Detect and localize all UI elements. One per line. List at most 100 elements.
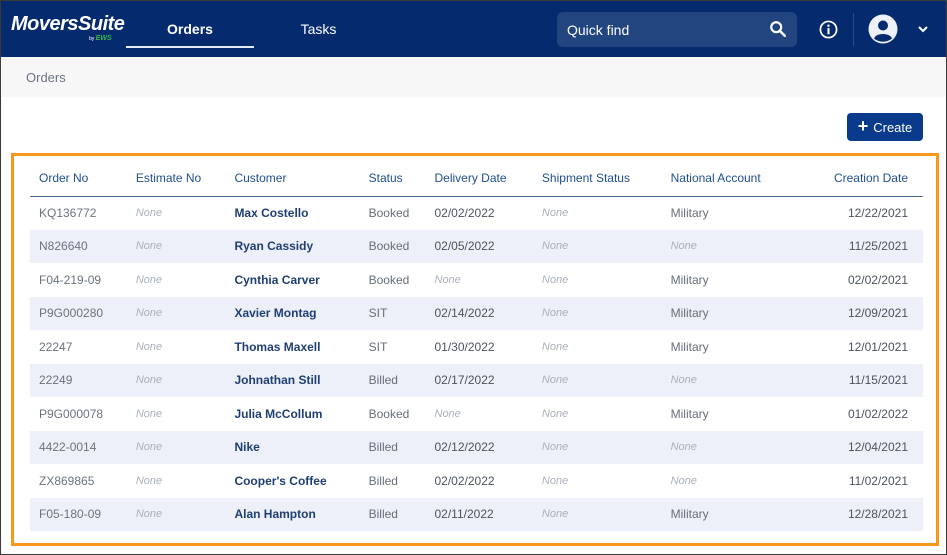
cell-shipment-status: None bbox=[541, 508, 569, 521]
logo-byline: by EWS bbox=[89, 35, 112, 42]
cell-estimate-no: None bbox=[135, 273, 163, 286]
table-row[interactable]: 4422-0014 None Nike Billed 02/12/2022 None Non… bbox=[30, 430, 923, 465]
tab-tasks[interactable]: Tasks bbox=[261, 1, 376, 57]
table-row[interactable]: 22249 None Johnathan Still Billed 02/17/2022… bbox=[30, 363, 923, 398]
cell-national-account: Military bbox=[670, 206, 709, 220]
cell-delivery-date: 02/14/2022 bbox=[434, 306, 495, 321]
cell-order-no[interactable]: F04-219-09 bbox=[30, 263, 127, 297]
table-header-row: Order No Estimate No Customer Status Deliver… bbox=[30, 161, 923, 197]
breadcrumb-bar: Orders bbox=[2, 57, 946, 97]
cell-creation-date: 02/02/2021 bbox=[847, 272, 908, 287]
quick-find-input[interactable] bbox=[557, 12, 757, 47]
cell-estimate-no: None bbox=[135, 340, 163, 353]
table-row[interactable]: KQ136772 None Max Costello Booked 02/02/2022… bbox=[30, 196, 923, 230]
column-header-national-account[interactable]: National Account bbox=[661, 161, 793, 197]
column-header-status[interactable]: Status bbox=[359, 161, 426, 197]
cell-order-no[interactable]: ZX869865 bbox=[30, 464, 127, 498]
column-header-customer[interactable]: Customer bbox=[225, 161, 360, 197]
cell-customer[interactable]: Xavier Montag bbox=[225, 297, 359, 331]
cell-shipment-status: None bbox=[541, 340, 569, 353]
user-avatar-icon[interactable] bbox=[868, 14, 898, 44]
search-icon[interactable] bbox=[769, 20, 787, 38]
cell-creation-date: 12/28/2021 bbox=[847, 507, 908, 522]
cell-delivery-date: None bbox=[434, 273, 461, 286]
plus-icon: + bbox=[857, 116, 869, 136]
cell-status: Billed bbox=[368, 440, 398, 455]
cell-delivery-date: 02/02/2022 bbox=[434, 473, 495, 488]
cell-national-account: None bbox=[670, 474, 697, 487]
cell-shipment-status: None bbox=[541, 273, 569, 286]
cell-customer[interactable]: Julia McCollum bbox=[225, 397, 359, 431]
cell-status: SIT bbox=[368, 339, 388, 354]
cell-status: SIT bbox=[368, 306, 388, 321]
cell-estimate-no: None bbox=[135, 374, 163, 387]
table-row[interactable]: P9G000280 None Xavier Montag SIT 02/14/2022 N… bbox=[30, 296, 923, 331]
cell-order-no[interactable]: F05-180-09 bbox=[30, 498, 127, 532]
cell-order-no[interactable]: 4422-0014 bbox=[30, 431, 127, 465]
cell-status: Billed bbox=[368, 507, 398, 522]
cell-status: Booked bbox=[368, 239, 410, 254]
cell-order-no[interactable]: P9G000280 bbox=[30, 297, 127, 331]
cell-customer[interactable]: Alan Hampton bbox=[225, 498, 359, 532]
cell-order-no[interactable]: 22249 bbox=[30, 364, 127, 398]
create-button[interactable]: + Create bbox=[847, 113, 923, 141]
cell-estimate-no: None bbox=[135, 207, 163, 219]
cell-shipment-status: None bbox=[541, 441, 569, 454]
cell-delivery-date: 01/30/2022 bbox=[434, 339, 495, 354]
cell-customer[interactable]: Cynthia Carver bbox=[225, 263, 359, 297]
chevron-down-icon[interactable] bbox=[916, 23, 930, 35]
cell-status: Billed bbox=[368, 473, 398, 488]
cell-estimate-no: None bbox=[135, 307, 163, 320]
table-row[interactable]: P9G000078 None Julia McCollum Booked None Non… bbox=[30, 397, 923, 431]
cell-national-account: Military bbox=[670, 306, 709, 321]
cell-delivery-date: 02/11/2022 bbox=[434, 507, 494, 522]
ews-logo: EWS bbox=[95, 35, 112, 42]
table-row[interactable]: F05-180-09 None Alan Hampton Billed 02/11/20… bbox=[30, 497, 923, 532]
cell-customer[interactable]: Johnathan Still bbox=[225, 364, 359, 398]
cell-estimate-no: None bbox=[135, 441, 163, 454]
cell-status: Booked bbox=[368, 272, 410, 287]
cell-order-no[interactable]: KQ136772 bbox=[30, 196, 127, 230]
cell-creation-date: 11/02/2021 bbox=[848, 473, 908, 488]
cell-shipment-status: None bbox=[541, 240, 569, 253]
cell-customer[interactable]: Cooper's Coffee bbox=[225, 464, 359, 498]
cell-national-account: None bbox=[670, 240, 697, 253]
info-icon[interactable] bbox=[819, 20, 838, 39]
cell-national-account: Military bbox=[670, 272, 709, 287]
table-row[interactable]: N826640 None Ryan Cassidy Booked 02/05/2022 N… bbox=[30, 229, 923, 264]
cell-estimate-no: None bbox=[135, 407, 163, 420]
breadcrumb[interactable]: Orders bbox=[26, 70, 66, 85]
moverssuite-logo[interactable]: MoversSuite bbox=[11, 13, 125, 36]
table-row[interactable]: 22247 None Thomas Maxell SIT 01/30/2022 None M… bbox=[30, 330, 923, 364]
table-body: KQ136772 None Max Costello Booked 02/02/2022… bbox=[30, 196, 923, 531]
app-window: MoversSuite by EWS Orders Tasks Orders bbox=[0, 0, 947, 555]
cell-order-no[interactable]: 22247 bbox=[30, 330, 127, 364]
cell-estimate-no: None bbox=[135, 240, 163, 253]
cell-shipment-status: None bbox=[541, 307, 569, 320]
cell-customer[interactable]: Nike bbox=[225, 431, 359, 465]
cell-customer[interactable]: Thomas Maxell bbox=[225, 330, 359, 364]
column-header-order-no[interactable]: Order No bbox=[30, 161, 127, 197]
create-label: Create bbox=[873, 119, 913, 135]
cell-estimate-no: None bbox=[135, 508, 163, 521]
cell-creation-date: 12/04/2021 bbox=[847, 440, 908, 455]
cell-national-account: None bbox=[670, 441, 697, 454]
table-row[interactable]: ZX869865 None Cooper's Coffee Billed 02/02/2… bbox=[30, 464, 923, 498]
logo-by: by bbox=[89, 36, 95, 42]
column-header-delivery-date[interactable]: Delivery Date bbox=[425, 161, 533, 197]
cell-order-no[interactable]: N826640 bbox=[30, 230, 127, 264]
column-header-estimate-no[interactable]: Estimate No bbox=[126, 161, 226, 197]
cell-creation-date: 12/01/2021 bbox=[847, 339, 908, 354]
cell-delivery-date: 02/17/2022 bbox=[434, 373, 495, 388]
cell-shipment-status: None bbox=[541, 374, 569, 387]
cell-order-no[interactable]: P9G000078 bbox=[30, 397, 127, 431]
column-header-shipment-status[interactable]: Shipment Status bbox=[532, 161, 662, 197]
cell-delivery-date: 02/02/2022 bbox=[434, 206, 495, 220]
column-header-creation-date[interactable]: Creation Date bbox=[792, 161, 923, 197]
table-row[interactable]: F04-219-09 None Cynthia Carver Booked None No… bbox=[30, 263, 923, 297]
cell-delivery-date: None bbox=[434, 407, 461, 420]
cell-national-account: Military bbox=[670, 339, 709, 354]
cell-customer[interactable]: Ryan Cassidy bbox=[225, 230, 359, 264]
cell-customer[interactable]: Max Costello bbox=[225, 196, 359, 230]
tab-orders[interactable]: Orders bbox=[126, 1, 254, 57]
